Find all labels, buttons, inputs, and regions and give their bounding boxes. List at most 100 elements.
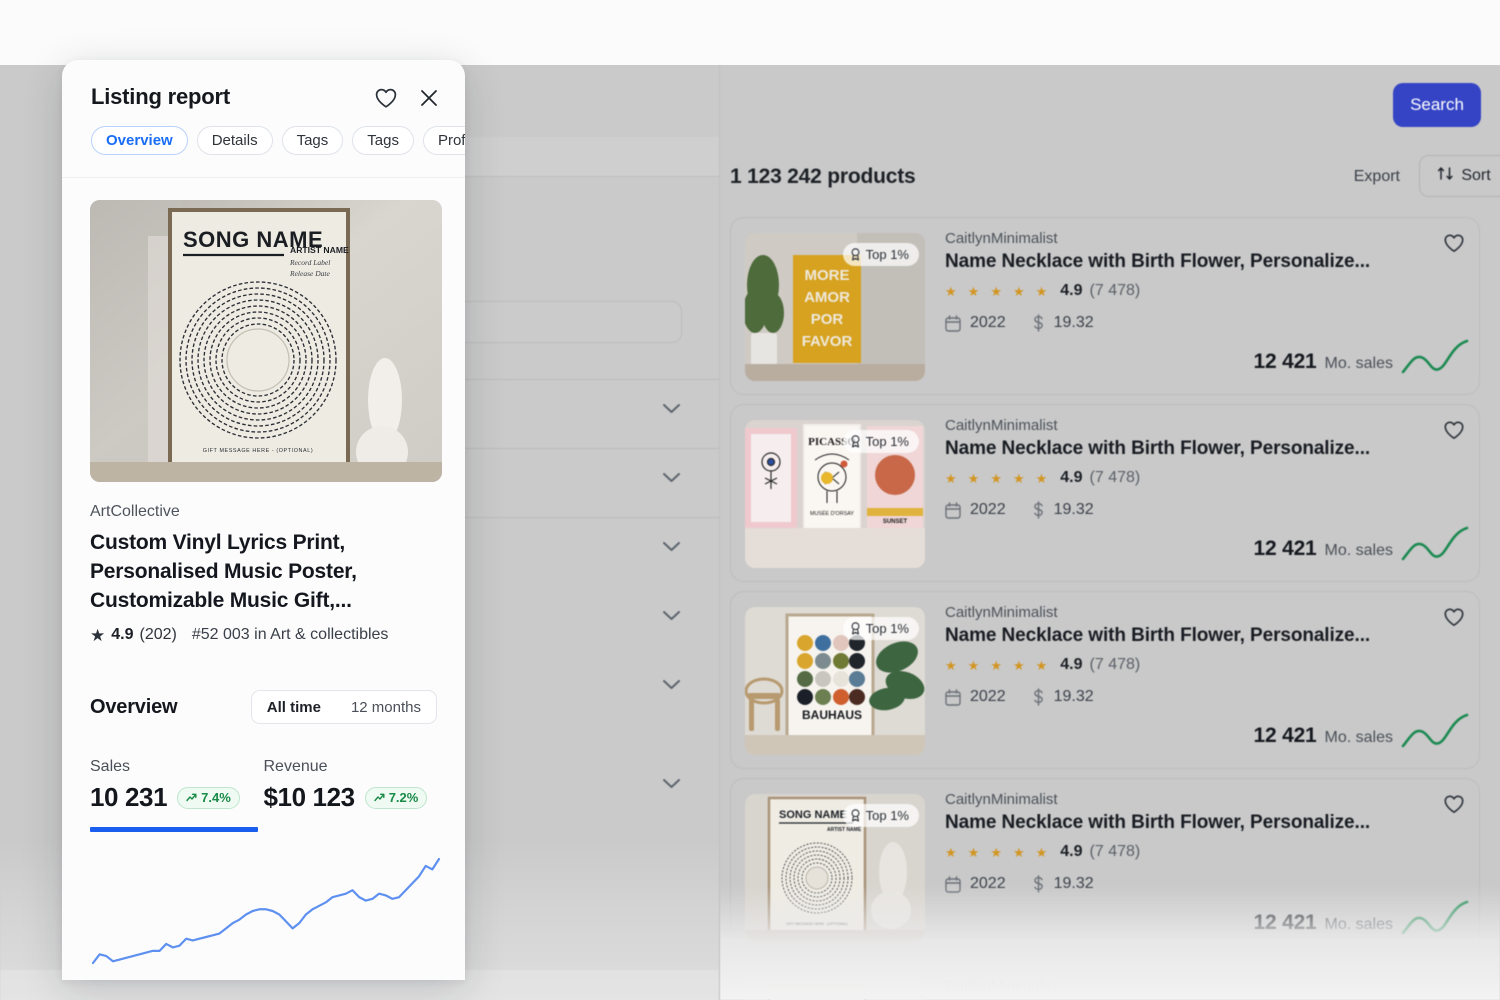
- export-button[interactable]: Export: [1354, 168, 1400, 186]
- product-card[interactable]: PICASSO MUSÉE D'ORSAY SUNSET Top 1% Cait…: [730, 404, 1480, 582]
- svg-text:Release Date: Release Date: [289, 269, 330, 278]
- monthly-sales-value: 12 421: [1253, 911, 1317, 934]
- listing-rating-value: 4.9: [111, 626, 134, 643]
- product-meta: 2022 19.32: [945, 314, 1419, 332]
- year-value: 2022: [970, 501, 1006, 518]
- product-shop: CaitlynMinimalist: [945, 604, 1058, 621]
- monthly-sales-label: Mo. sales: [1324, 355, 1393, 372]
- sales-trend-chart: [90, 856, 442, 966]
- favorite-heart-icon[interactable]: [374, 86, 398, 110]
- monthly-sales-value: 12 421: [1253, 724, 1317, 747]
- sales-sparkline: [1401, 710, 1469, 756]
- product-info: CaitlynMinimalist Name Necklace with Bir…: [945, 417, 1419, 519]
- svg-text:ARTIST NAME: ARTIST NAME: [290, 245, 349, 255]
- chevron-down-icon: [663, 680, 680, 690]
- product-card[interactable]: MORE AMOR POR FAVOR Top 1% CaitlynMinima…: [730, 217, 1480, 395]
- award-icon: [850, 809, 861, 822]
- year-value: 2022: [970, 875, 1006, 892]
- favorite-heart-icon[interactable]: [1443, 606, 1465, 628]
- product-thumbnail[interactable]: SONG NAME ARTIST NAME GIFT MESSAGE HERE …: [745, 794, 925, 942]
- stat-revenue: Revenue $10 123 7.2%: [264, 758, 438, 813]
- year-value: 2022: [970, 314, 1006, 331]
- tab-tags[interactable]: Tags: [281, 126, 344, 155]
- product-card[interactable]: SONG NAME ARTIST NAME GIFT MESSAGE HERE …: [730, 778, 1480, 956]
- chevron-down-icon: [663, 611, 680, 621]
- stat-label: Revenue: [263, 758, 328, 775]
- product-shop: CaitlynMinimalist: [945, 230, 1058, 247]
- year-value: 2022: [970, 688, 1006, 705]
- trend-up-icon: [373, 792, 385, 803]
- product-year: 2022: [945, 501, 1006, 519]
- range-12-months[interactable]: 12 months: [336, 691, 436, 723]
- active-series-underline: [90, 827, 258, 832]
- tab-tags-2[interactable]: Tags: [352, 126, 414, 155]
- price-value: 19.32: [1053, 875, 1094, 892]
- top-percent-badge: Top 1%: [842, 430, 919, 453]
- top-percent-label: Top 1%: [865, 247, 909, 262]
- product-thumbnail[interactable]: PICASSO MUSÉE D'ORSAY SUNSET Top 1%: [745, 420, 925, 568]
- product-thumbnail[interactable]: MORE AMOR POR FAVOR Top 1%: [745, 233, 925, 381]
- star-rating-icons: ★ ★ ★ ★ ★: [945, 844, 1048, 860]
- screen-root: for a product y your product search. for…: [0, 0, 1500, 1000]
- product-year: 2022: [945, 688, 1006, 706]
- panel-header: Listing report Overview Details Tags Tag…: [62, 60, 465, 178]
- svg-text:Record Label: Record Label: [289, 258, 330, 267]
- svg-text:FAVOR: FAVOR: [802, 333, 853, 350]
- sort-button[interactable]: Sort: [1419, 155, 1500, 197]
- close-icon[interactable]: [417, 86, 441, 110]
- product-year: 2022: [945, 314, 1006, 332]
- favorite-heart-icon[interactable]: [1443, 232, 1465, 254]
- overview-stats: Sales 10 231 7.4% Revenue $10 123 7.2%: [90, 758, 437, 813]
- stat-delta-value: 7.2%: [388, 790, 419, 805]
- tab-overview[interactable]: Overview: [91, 126, 188, 155]
- product-info: CaitlynMinimalist Name Necklace with Bir…: [945, 230, 1419, 332]
- chevron-down-icon: [663, 473, 680, 483]
- product-title: Name Necklace with Birth Flower, Persona…: [945, 625, 1371, 646]
- product-thumbnail[interactable]: [745, 981, 925, 1000]
- svg-text:POR: POR: [811, 311, 844, 328]
- monthly-sales-value: 12 421: [1253, 350, 1317, 373]
- product-meta: 2022 19.32: [945, 875, 1419, 893]
- product-rating: ★ ★ ★ ★ ★ 4.9 (7 478): [945, 843, 1419, 861]
- stat-delta-value: 7.4%: [201, 790, 231, 805]
- listing-review-count: (202): [139, 626, 177, 643]
- price-value: 19.32: [1053, 688, 1094, 705]
- product-shop: CaitlynMinimalist: [945, 791, 1058, 808]
- product-card[interactable]: CaitlynMinimalist: [730, 965, 1480, 1000]
- dollar-icon: [1032, 314, 1045, 332]
- product-title: Name Necklace with Birth Flower, Persona…: [945, 812, 1371, 833]
- page-title: Listing report: [91, 84, 230, 109]
- sales-sparkline: [1401, 523, 1469, 569]
- product-meta: 2022 19.32: [945, 501, 1419, 519]
- tab-details[interactable]: Details: [196, 126, 273, 155]
- star-rating-icons: ★ ★ ★ ★ ★: [945, 657, 1048, 673]
- range-all-time[interactable]: All time: [251, 691, 336, 723]
- product-price: 19.32: [1032, 501, 1094, 519]
- product-year: 2022: [945, 875, 1006, 893]
- listing-poster-image: SONG NAME ARTIST NAME Record Label Relea…: [90, 200, 442, 482]
- product-price: 19.32: [1032, 688, 1094, 706]
- monthly-sales: 12 421 Mo. sales: [1254, 350, 1394, 374]
- product-price: 19.32: [1032, 875, 1094, 893]
- stat-sales: Sales 10 231 7.4%: [90, 758, 264, 813]
- favorite-heart-icon[interactable]: [1443, 793, 1465, 815]
- svg-text:BAUHAUS: BAUHAUS: [802, 708, 862, 722]
- award-icon: [850, 248, 861, 261]
- results-header: 1 123 242 products Export Sort: [720, 155, 1500, 215]
- monthly-sales-label: Mo. sales: [1324, 916, 1393, 933]
- stat-value: $10 123: [263, 782, 356, 812]
- chevron-down-icon: [663, 404, 680, 414]
- product-shop: CaitlynMinimalist: [945, 978, 1058, 995]
- monthly-sales-value: 12 421: [1253, 537, 1317, 560]
- tab-profitability[interactable]: Profitability: [422, 126, 465, 155]
- chevron-down-icon: [663, 542, 680, 552]
- product-card[interactable]: BAUHAUS Top 1% CaitlynMinimalist Name Ne…: [730, 591, 1480, 769]
- top-percent-label: Top 1%: [865, 621, 909, 636]
- favorite-heart-icon[interactable]: [1443, 419, 1465, 441]
- dollar-icon: [1032, 688, 1045, 706]
- product-thumbnail[interactable]: BAUHAUS Top 1%: [745, 607, 925, 755]
- product-info: CaitlynMinimalist Name Necklace with Bir…: [945, 791, 1419, 893]
- product-title: Name Necklace with Birth Flower, Persona…: [945, 438, 1371, 459]
- stat-label: Sales: [90, 758, 131, 775]
- search-button[interactable]: Search: [1393, 83, 1481, 127]
